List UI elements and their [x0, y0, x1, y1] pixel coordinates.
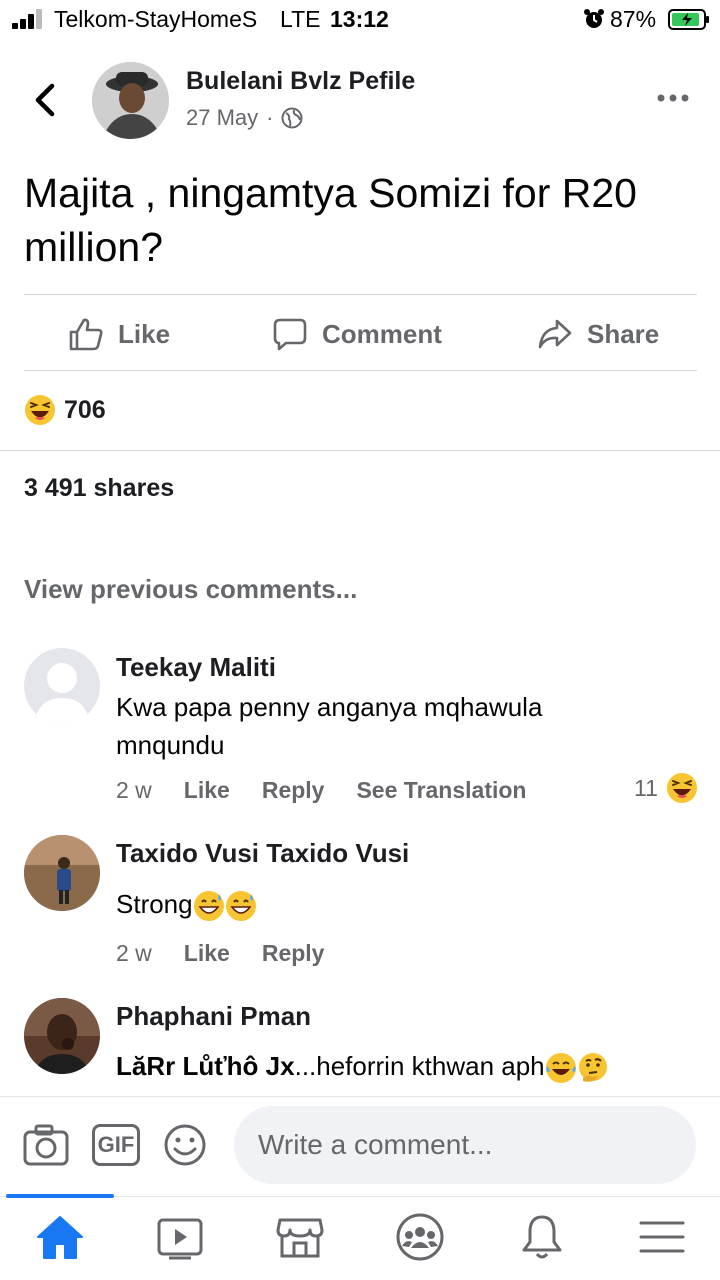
divider [24, 370, 697, 371]
signal-icon [12, 9, 44, 29]
groups-icon[interactable] [395, 1212, 445, 1262]
view-previous-comments[interactable]: View previous comments... [24, 574, 357, 605]
see-translation-button[interactable]: See Translation [356, 777, 526, 804]
meta-separator: · [266, 105, 274, 130]
comment-text: ...heforrin kthwan aph [294, 1051, 545, 1081]
tab-bar [0, 1196, 720, 1280]
laughing-emoji-icon [666, 773, 697, 803]
author-name[interactable]: Bulelani Bvlz Pefile [186, 67, 415, 96]
comment-body: LăRr Lůťhô Jx...heforrin kthwan aph [116, 1047, 686, 1085]
carrier-name: Telkom-StayHomeS [54, 6, 258, 32]
thinking-emoji-icon [578, 1053, 607, 1082]
comment-body: Strong [116, 885, 616, 923]
divider [24, 294, 697, 295]
reaction-count: 706 [64, 395, 106, 424]
home-icon[interactable] [35, 1212, 85, 1262]
comment-icon [273, 318, 307, 351]
post-meta: 27 May · [186, 105, 303, 131]
back-icon[interactable] [30, 80, 60, 120]
globe-icon [281, 107, 303, 129]
share-label: Share [587, 318, 660, 349]
alarm-icon [584, 9, 604, 28]
comment-reply-button[interactable]: Reply [262, 777, 325, 804]
camera-icon[interactable] [22, 1122, 70, 1168]
comment-like-button[interactable]: Like [184, 777, 230, 804]
emoji-icon[interactable] [161, 1122, 209, 1168]
divider [0, 450, 720, 451]
commenter-avatar[interactable] [24, 998, 100, 1074]
comment-like-button[interactable]: Like [184, 940, 230, 967]
tears-of-joy-emoji-icon [545, 1053, 576, 1084]
status-bar: Telkom-StayHomeS LTE 13:12 87% [0, 0, 720, 40]
grinning-sweat-emoji-icon [225, 891, 256, 922]
comment-mention[interactable]: LăRr Lůťhô Jx [116, 1051, 295, 1081]
like-button[interactable]: Like [68, 312, 170, 356]
menu-icon[interactable] [637, 1212, 687, 1262]
network-type: LTE [280, 6, 321, 32]
commenter-avatar[interactable] [24, 648, 100, 724]
more-icon[interactable] [655, 88, 691, 108]
laughing-emoji-icon [25, 395, 55, 425]
comment-button[interactable]: Comment [272, 312, 442, 356]
comment-actions: 2 w Like Reply See Translation [116, 777, 526, 804]
comment-reply-button[interactable]: Reply [262, 940, 325, 967]
commenter-name[interactable]: Teekay Maliti [116, 652, 276, 683]
comment-label: Comment [322, 318, 442, 349]
comment-time: 2 w [116, 940, 152, 966]
grinning-sweat-emoji-icon [193, 891, 224, 922]
like-label: Like [118, 318, 171, 349]
battery-icon [668, 9, 709, 30]
comment-reactions[interactable]: 11 [634, 772, 698, 804]
commenter-name[interactable]: Phaphani Pman [116, 1001, 311, 1032]
reaction-summary[interactable]: 706 [24, 394, 106, 426]
share-count[interactable]: 3 491 shares [24, 474, 174, 503]
post-date[interactable]: 27 May [186, 105, 258, 131]
share-icon [538, 319, 572, 349]
share-button[interactable]: Share [537, 312, 659, 356]
gif-icon[interactable]: GIF [92, 1124, 140, 1166]
comment-input[interactable] [234, 1106, 696, 1184]
comment-actions: 2 w Like Reply [116, 940, 324, 967]
post-text: Majita , ningamtya Somizi for R20 millio… [24, 170, 637, 270]
like-icon [69, 318, 103, 351]
comment-time: 2 w [116, 777, 152, 803]
active-tab-indicator [6, 1194, 114, 1198]
comment-text: Strong [116, 889, 193, 919]
clock: 13:12 [330, 6, 389, 32]
commenter-name[interactable]: Taxido Vusi Taxido Vusi [116, 838, 409, 869]
notifications-icon[interactable] [517, 1212, 567, 1262]
commenter-avatar[interactable] [24, 835, 100, 911]
battery-percent: 87% [610, 6, 657, 32]
comment-reaction-count: 11 [634, 774, 658, 801]
marketplace-icon[interactable] [275, 1212, 325, 1262]
comment-text: Kwa papa penny anganya mqhawula mnqundu [116, 692, 543, 760]
watch-icon[interactable] [155, 1212, 205, 1262]
author-avatar[interactable] [92, 62, 169, 139]
